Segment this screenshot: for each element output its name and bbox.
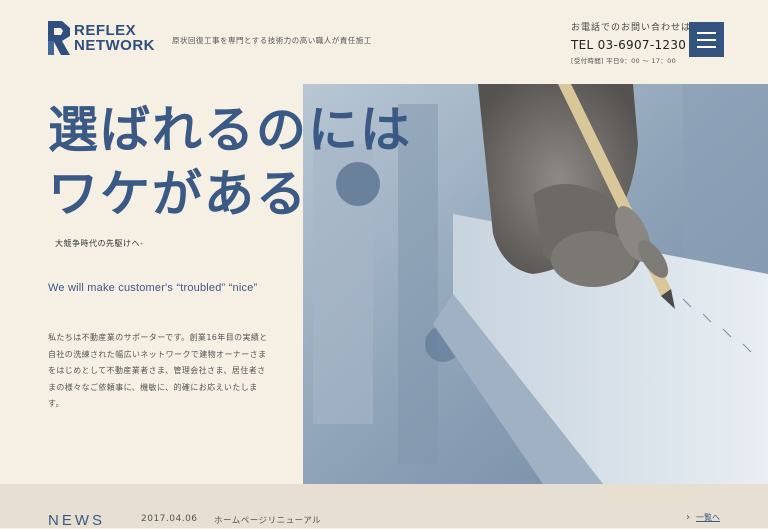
news-more-label: 一覧へ (696, 513, 720, 522)
contact-info: お電話でのお問い合わせは TEL 03-6907-1230 [受付時間] 平日9… (571, 20, 691, 65)
headline-line1: 選ばれるのには (48, 101, 412, 159)
hamburger-icon (697, 45, 716, 48)
hamburger-icon (697, 38, 716, 41)
logo-line1: REFLEX (74, 22, 137, 39)
news-section: NEWS 2017.04.06 ホームページリニューアル › 一覧へ (0, 484, 768, 529)
news-title: NEWS (48, 512, 105, 529)
hero-headline: 選ばれるのには ワケがある (48, 98, 412, 226)
logo[interactable]: REFLEX NETWORK (48, 21, 155, 55)
chevron-right-icon: › (686, 512, 690, 523)
hero-subhead: 大競争時代の先駆けへ- (55, 239, 144, 248)
logo-text: REFLEX NETWORK (74, 23, 155, 53)
logo-line2: NETWORK (74, 37, 155, 54)
hamburger-icon (697, 31, 716, 34)
headline-line2: ワケがある (48, 165, 308, 223)
news-headline[interactable]: ホームページリニューアル (214, 514, 321, 526)
news-date: 2017.04.06 (141, 514, 198, 524)
phone-number[interactable]: TEL 03-6907-1230 (571, 38, 691, 52)
business-hours: [受付時間] 平日9：00 〜 17：00 (571, 57, 677, 65)
contact-label: お電話でのお問い合わせは (571, 23, 692, 33)
logo-mark-icon (48, 21, 70, 55)
menu-button[interactable] (689, 22, 724, 57)
news-more-link[interactable]: › 一覧へ (686, 512, 720, 523)
intro-text: 私たちは不動産業のサポーターです。創業16年目の実績と自社の洗練された幅広いネッ… (48, 333, 268, 408)
hero-slogan: We will make customer's “troubled” “nice… (48, 282, 258, 294)
tagline: 原状回復工事を専門とする技術力の高い職人が責任施工 (172, 36, 372, 45)
